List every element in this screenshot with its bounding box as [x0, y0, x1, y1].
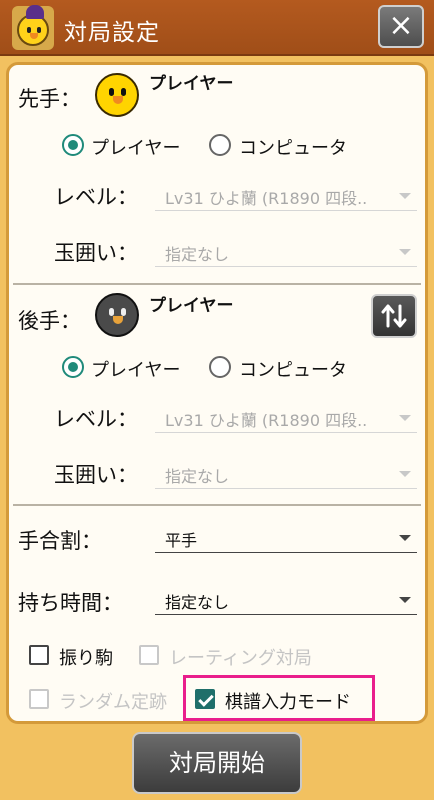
gote-level-value: Lv31 ひよ蘭 (R1890 四段..: [165, 411, 368, 430]
sente-level-value: Lv31 ひよ蘭 (R1890 四段..: [165, 189, 368, 208]
random-joseki-label: ランダム定跡: [59, 692, 167, 713]
handicap-label: 手合割：: [18, 529, 102, 553]
gote-level-select[interactable]: Lv31 ひよ蘭 (R1890 四段..: [155, 403, 417, 433]
title-bar: 対局設定 ×: [0, 0, 434, 56]
gote-radio-computer-label[interactable]: コンピュータ: [239, 356, 347, 382]
gote-castle-label: 玉囲い：: [54, 463, 138, 487]
section-divider: [13, 283, 421, 285]
dropdown-arrow-icon: [399, 471, 411, 477]
sente-castle-value: 指定なし: [165, 245, 230, 264]
sente-radio-computer[interactable]: [209, 134, 231, 156]
random-joseki-checkbox: [29, 689, 49, 709]
close-button[interactable]: ×: [378, 5, 424, 48]
time-value: 指定なし: [165, 593, 230, 612]
gote-chick-avatar-icon: [95, 293, 139, 337]
sente-castle-label: 玉囲い：: [54, 241, 138, 265]
furigoma-checkbox[interactable]: [29, 645, 49, 665]
rating-label: レーティング対局: [169, 648, 312, 669]
sente-chick-avatar-icon: [95, 73, 139, 117]
dialog-title: 対局設定: [64, 20, 160, 46]
sente-label: 先手：: [18, 87, 81, 111]
dropdown-arrow-icon: [399, 193, 411, 199]
kifu-input-checkbox[interactable]: [195, 689, 215, 709]
sente-castle-select[interactable]: 指定なし: [155, 237, 417, 267]
sente-level-select[interactable]: Lv31 ひよ蘭 (R1890 四段..: [155, 181, 417, 211]
swap-vertical-icon: [381, 304, 407, 328]
time-label: 持ち時間：: [18, 591, 123, 615]
gote-label: 後手：: [18, 309, 81, 333]
sente-radio-player-label[interactable]: プレイヤー: [91, 134, 180, 160]
handicap-select[interactable]: 平手: [155, 523, 417, 553]
dropdown-arrow-icon: [399, 597, 411, 603]
close-icon: ×: [388, 8, 414, 43]
app-chick-icon: [12, 5, 54, 50]
furigoma-label[interactable]: 振り駒: [59, 644, 113, 670]
gote-castle-select[interactable]: 指定なし: [155, 459, 417, 489]
section-divider: [13, 504, 421, 506]
gote-radio-player-label[interactable]: プレイヤー: [91, 356, 180, 382]
sente-radio-player[interactable]: [62, 134, 84, 156]
dropdown-arrow-icon: [399, 535, 411, 541]
sente-level-label: レベル：: [54, 185, 138, 209]
gote-level-label: レベル：: [54, 407, 138, 431]
dropdown-arrow-icon: [399, 249, 411, 255]
handicap-value: 平手: [165, 531, 198, 550]
rating-checkbox: [139, 645, 159, 665]
kifu-input-label[interactable]: 棋譜入力モード: [225, 688, 351, 714]
gote-radio-player[interactable]: [62, 356, 84, 378]
gote-player-name: プレイヤー: [149, 296, 234, 316]
settings-panel: 先手： プレイヤー プレイヤー コンピュータ レベル： Lv31 ひよ蘭 (R1…: [6, 62, 428, 724]
sente-player-name: プレイヤー: [149, 74, 234, 94]
sente-radio-computer-label[interactable]: コンピュータ: [239, 134, 347, 160]
time-select[interactable]: 指定なし: [155, 585, 417, 615]
swap-button[interactable]: [371, 294, 417, 338]
gote-radio-computer[interactable]: [209, 356, 231, 378]
gote-castle-value: 指定なし: [165, 467, 230, 486]
start-game-button[interactable]: 対局開始: [132, 732, 302, 794]
dropdown-arrow-icon: [399, 415, 411, 421]
